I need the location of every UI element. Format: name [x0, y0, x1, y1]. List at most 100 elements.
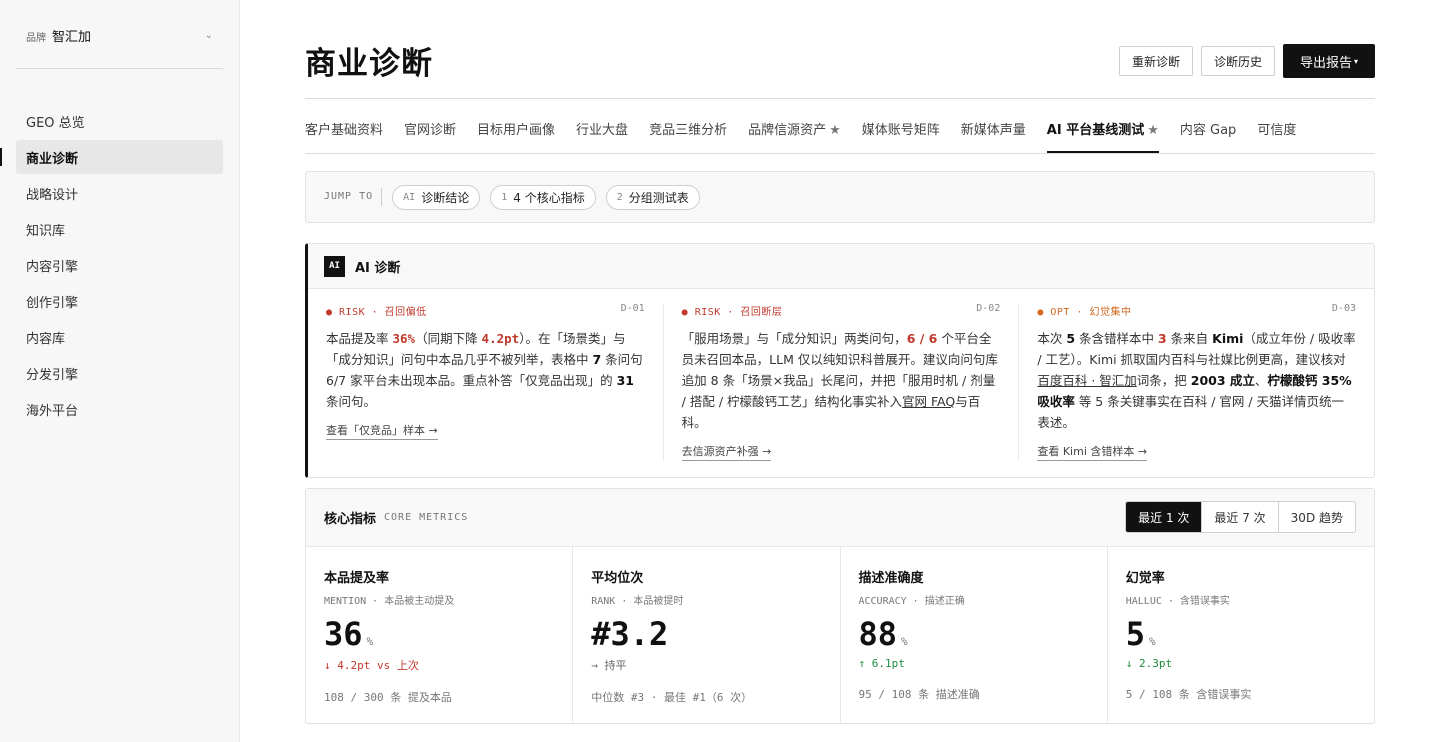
metric-accuracy: 描述准确度 ACCURACY · 描述正确 88% ↑ 6.1pt 95 / 1…: [841, 547, 1108, 723]
view-competitor-samples-link[interactable]: 查看「仅竞品」样本 →: [326, 422, 438, 440]
sidebar-item-business-diagnosis[interactable]: 商业诊断: [0, 140, 223, 174]
chip-num: AI: [403, 191, 416, 203]
metric-code: HALLUC · 含错误事实: [1125, 596, 1230, 607]
app: 品牌 智汇加 ⌄ GEO 总览 商业诊断 战略设计 知识库 内容引擎 创作引擎 …: [0, 0, 1440, 742]
metric-delta: ↓ 2.3pt: [1125, 657, 1173, 670]
sidebar-item-content-library[interactable]: 内容库: [16, 320, 223, 354]
jump-chip-group-table[interactable]: 2 分组测试表: [605, 184, 700, 210]
metric-mention: 本品提及率 MENTION · 本品被主动提及 36% ↓ 4.2pt vs 上…: [306, 547, 574, 723]
metric-name: 平均位次: [591, 571, 644, 586]
caret-down-icon: ▾: [1353, 56, 1358, 66]
diagnosis-text: 「服用场景」与「成分知识」两类问句，6 / 6 个平台全员未召回本品，LLM 仅…: [681, 331, 998, 430]
export-label: 导出报告: [1299, 55, 1352, 71]
sidebar-nav: GEO 总览 商业诊断 战略设计 知识库 内容引擎 创作引擎 内容库 分发引擎 …: [0, 104, 223, 428]
tab-label: AI 平台基线测试: [1046, 123, 1145, 138]
tab-content-gap[interactable]: 内容 Gap: [1180, 112, 1236, 153]
metric-hallucination: 幻觉率 HALLUC · 含错误事实 5% ↓ 2.3pt 5 / 108 条 …: [1108, 547, 1374, 723]
brand-label: 品牌: [26, 33, 46, 44]
jump-chip-metrics[interactable]: 1 4 个核心指标: [490, 184, 596, 210]
metric-footnote: 95 / 108 条 描述准确: [858, 688, 980, 701]
metric-value: 88: [858, 615, 898, 653]
tab-competitors[interactable]: 竞品三维分析: [649, 112, 727, 153]
ai-diagnosis-columns: ● RISK · 召回偏低 D-01 本品提及率 36%（同期下降 4.2pt）。…: [308, 289, 1374, 461]
jump-label: JUMP TO: [324, 188, 383, 206]
metric-footnote: 5 / 108 条 含错误事实: [1125, 688, 1252, 701]
main: 商业诊断 重新诊断 诊断历史 导出报告 ▾ 客户基础资料 官网诊断 目标用户画像 行业大…: [240, 0, 1440, 742]
ai-diagnosis-header: AI AI 诊断: [308, 244, 1374, 289]
diagnosis-text: 本次 5 条含错样本中 3 条来自 Kimi（成立年份 / 吸收率 / 工艺）。…: [1037, 331, 1356, 430]
star-icon: ★: [829, 123, 841, 138]
period-last-7[interactable]: 最近 7 次: [1202, 502, 1279, 532]
tab-bar: 客户基础资料 官网诊断 目标用户画像 行业大盘 竞品三维分析 品牌信源资产 ★ 媒体账号矩阵新…: [305, 112, 1375, 154]
chip-num: 1: [501, 191, 508, 203]
active-marker: [0, 148, 2, 166]
jump-bar: JUMP TO AI 诊断结论 1 4 个核心指标 2 分组测试表: [305, 171, 1375, 223]
chip-label: 4 个核心指标: [513, 190, 585, 205]
brand-selector[interactable]: 品牌 智汇加 ⌄: [16, 24, 223, 69]
star-icon: ★: [1147, 123, 1159, 138]
tab-label: 品牌信源资产: [748, 123, 827, 138]
sidebar-item-label: 商业诊断: [26, 151, 79, 167]
metric-footnote: 108 / 300 条 提及本品: [324, 691, 452, 704]
risk-tag: ● RISK · 召回偏低: [326, 307, 427, 318]
diagnosis-text: 本品提及率 36%（同期下降 4.2pt）。在「场景类」与「成分知识」问句中本品…: [326, 331, 643, 409]
jump-chip-conclusion[interactable]: AI 诊断结论: [392, 184, 481, 210]
history-button[interactable]: 诊断历史: [1200, 46, 1275, 76]
sidebar-item-creation-engine[interactable]: 创作引擎: [16, 284, 223, 318]
header-actions: 重新诊断 诊断历史 导出报告 ▾: [1118, 44, 1375, 78]
metric-footnote: 中位数 #3 · 最佳 #1（6 次）: [591, 691, 753, 704]
diagnosis-item-d02: ● RISK · 召回断层 D-02 「服用场景」与「成分知识」两类问句，6 / …: [664, 303, 1020, 461]
tab-brand-sources[interactable]: 品牌信源资产 ★: [748, 112, 841, 153]
view-kimi-samples-link[interactable]: 查看 Kimi 含错样本 →: [1037, 443, 1148, 461]
diagnosis-item-d01: ● RISK · 召回偏低 D-01 本品提及率 36%（同期下降 4.2pt）。…: [308, 303, 664, 461]
metric-unit: %: [366, 635, 374, 648]
metric-code: ACCURACY · 描述正确: [858, 596, 965, 607]
metric-value: 36: [324, 615, 363, 653]
rediagnose-button[interactable]: 重新诊断: [1118, 46, 1193, 76]
metric-delta: ↑ 6.1pt: [858, 657, 905, 670]
period-last-1[interactable]: 最近 1 次: [1126, 502, 1203, 532]
header-divider: [305, 98, 1375, 99]
metric-value: 5: [1125, 615, 1146, 653]
sidebar-item-distribution[interactable]: 分发引擎: [16, 356, 223, 390]
chip-num: 2: [616, 191, 623, 203]
diagnosis-code: D-03: [1331, 303, 1357, 314]
metric-delta: → 持平: [591, 659, 627, 672]
metric-code: RANK · 本品被提时: [591, 596, 684, 607]
baidu-baike-link[interactable]: 百度百科 · 智汇加: [1037, 373, 1136, 388]
metric-delta: ↓ 4.2pt vs 上次: [324, 659, 419, 672]
chip-label: 诊断结论: [421, 190, 470, 205]
tab-website[interactable]: 官网诊断: [404, 112, 456, 153]
official-faq-link[interactable]: 官网 FAQ: [902, 394, 955, 409]
source-assets-link[interactable]: 去信源资产补强 →: [681, 443, 772, 461]
core-metrics-header: 核心指标 CORE METRICS 最近 1 次 最近 7 次 30D 趋势: [306, 489, 1374, 547]
tab-ai-baseline[interactable]: AI 平台基线测试 ★: [1046, 112, 1159, 153]
metric-unit: %: [901, 635, 908, 648]
tab-new-media[interactable]: 新媒体声量: [961, 112, 1026, 153]
metric-value: #3.2: [591, 615, 669, 653]
period-30d-trend[interactable]: 30D 趋势: [1279, 502, 1355, 532]
chip-label: 分组测试表: [628, 190, 689, 205]
metric-unit: %: [1149, 635, 1156, 648]
export-report-button[interactable]: 导出报告 ▾: [1282, 44, 1375, 78]
ai-diagnosis-card: AI AI 诊断 ● RISK · 召回偏低 D-01 本品提及率 36%（同期下…: [305, 243, 1375, 478]
metrics-title: 核心指标: [324, 512, 377, 527]
tab-media-accounts[interactable]: 媒体账号矩阵: [862, 112, 940, 153]
sidebar-item-overseas[interactable]: 海外平台: [16, 392, 223, 426]
sidebar-item-content-engine[interactable]: 内容引擎: [16, 248, 223, 282]
tab-client-info[interactable]: 客户基础资料: [305, 112, 383, 153]
tab-persona[interactable]: 目标用户画像: [477, 112, 555, 153]
tab-industry[interactable]: 行业大盘: [576, 112, 628, 153]
core-metrics-card: 核心指标 CORE METRICS 最近 1 次 最近 7 次 30D 趋势 本…: [305, 488, 1375, 724]
sidebar-item-strategy[interactable]: 战略设计: [16, 176, 223, 210]
tab-credibility[interactable]: 可信度: [1257, 112, 1296, 153]
ai-diagnosis-title: AI 诊断: [355, 260, 401, 276]
sidebar-item-knowledge[interactable]: 知识库: [16, 212, 223, 246]
ai-badge-icon: AI: [324, 255, 345, 277]
metric-name: 描述准确度: [858, 571, 924, 586]
sidebar-item-geo-overview[interactable]: GEO 总览: [16, 104, 223, 138]
diagnosis-item-d03: ● OPT · 幻觉集中 D-03 本次 5 条含错样本中 3 条来自 Kimi（…: [1019, 303, 1374, 461]
opt-tag: ● OPT · 幻觉集中: [1037, 307, 1132, 318]
diagnosis-code: D-02: [976, 303, 1001, 314]
metric-name: 幻觉率: [1125, 571, 1165, 586]
